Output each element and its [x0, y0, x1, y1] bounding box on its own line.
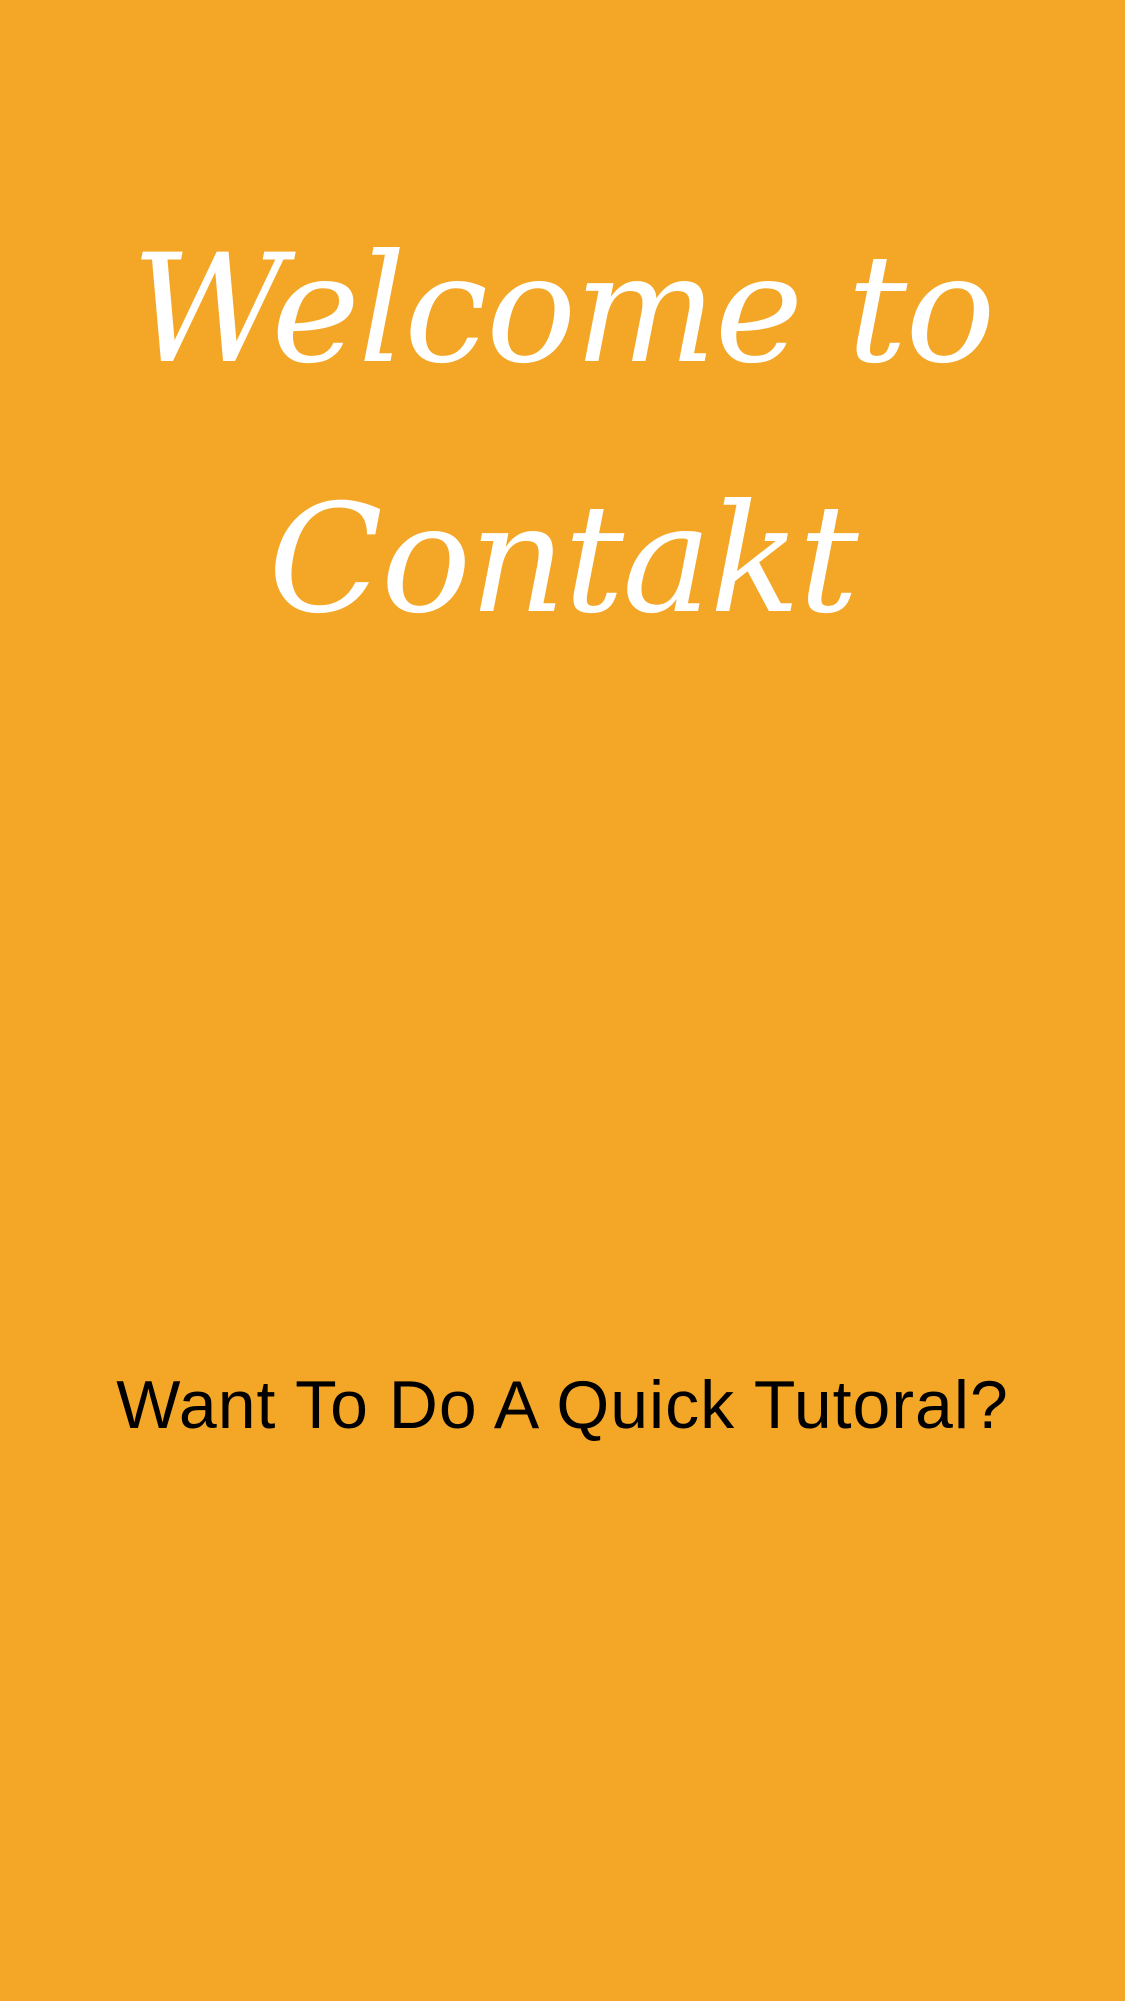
welcome-title-line1: Welcome to [131, 223, 995, 397]
welcome-title: Welcome to Contakt [0, 185, 1125, 685]
welcome-screen: Welcome to Contakt Want To Do A Quick Tu… [0, 0, 1125, 2001]
tutorial-prompt-button[interactable]: Want To Do A Quick Tutoral? [0, 1365, 1125, 1445]
welcome-title-app-name: Contakt [268, 473, 859, 647]
